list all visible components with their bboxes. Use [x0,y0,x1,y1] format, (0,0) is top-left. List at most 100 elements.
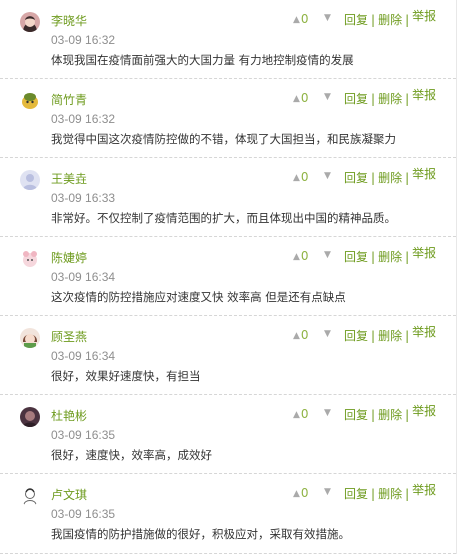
like-button[interactable]: ▲0 [293,406,309,422]
report-button[interactable]: 举报 [412,483,436,497]
separator: | [371,13,376,27]
thumb-down-icon[interactable]: ▼ [324,248,334,262]
report-button[interactable]: 举报 [412,404,436,418]
separator: | [405,408,410,422]
comment-timestamp: 03-09 16:32 [51,33,116,47]
report-button[interactable]: 举报 [412,325,436,339]
like-count: 0 [300,249,309,263]
comment-username[interactable]: 陈婕婷 [51,250,87,266]
user-avatar[interactable] [20,12,40,32]
comment-actions: 回复 | 删除 | 举报 [344,325,436,344]
like-button[interactable]: ▲0 [293,327,309,343]
like-button[interactable]: ▲0 [293,90,309,106]
comment-actions: 回复 | 删除 | 举报 [344,483,436,502]
thumb-down-icon[interactable]: ▼ [324,485,334,499]
reply-button[interactable]: 回复 [344,171,368,185]
reply-button[interactable]: 回复 [344,92,368,106]
delete-button[interactable]: 删除 [378,250,402,264]
thumb-up-icon: ▲ [293,15,300,25]
avatar-dark-photo-icon [20,407,40,427]
comment-item: 顾圣燕 03-09 16:34 很好，效果好速度快，有担当 ▲0 ▼ 回复 | 删除… [0,316,456,395]
delete-button[interactable]: 删除 [378,408,402,422]
comment-timestamp: 03-09 16:35 [51,507,116,521]
user-avatar[interactable] [20,170,40,190]
reply-button[interactable]: 回复 [344,250,368,264]
avatar-default-person-icon [20,170,40,190]
like-button[interactable]: ▲0 [293,169,309,185]
comment-username[interactable]: 李晓华 [51,13,87,29]
comment-text: 我国疫情的防护措施做的很好，积极应对，采取有效措施。 [51,527,350,541]
separator: | [405,13,410,27]
reply-button[interactable]: 回复 [344,13,368,27]
comment-username[interactable]: 王美垚 [51,171,87,187]
user-avatar[interactable] [20,91,40,111]
comment-text: 这次疫情的防控措施应对速度又快 效率高 但是还有点缺点 [51,290,346,304]
thumb-down-icon[interactable]: ▼ [324,406,334,420]
thumb-up-icon: ▲ [293,410,300,420]
delete-button[interactable]: 删除 [378,92,402,106]
avatar-cartoon-girl-icon [20,328,40,348]
like-button[interactable]: ▲0 [293,11,309,27]
like-count: 0 [300,407,309,421]
comment-actions: 回复 | 删除 | 举报 [344,88,436,107]
comment-item: 简竹青 03-09 16:32 我觉得中国这次疫情防控做的不错，体现了大国担当，… [0,79,456,158]
comment-actions: 回复 | 删除 | 举报 [344,9,436,28]
thumb-up-icon: ▲ [293,331,300,341]
comment-actions: 回复 | 删除 | 举报 [344,167,436,186]
comment-item: 王美垚 03-09 16:33 非常好。不仅控制了疫情范围的扩大，而且体现出中国… [0,158,456,237]
comment-timestamp: 03-09 16:34 [51,270,116,284]
like-count: 0 [300,486,309,500]
comment-timestamp: 03-09 16:35 [51,428,116,442]
separator: | [371,171,376,185]
comment-item: 杜艳彬 03-09 16:35 很好，速度快，效率高，成效好 ▲0 ▼ 回复 | 删… [0,395,456,474]
comment-text: 很好，速度快，效率高，成效好 [51,448,212,462]
comment-username[interactable]: 杜艳彬 [51,408,87,424]
comment-text: 非常好。不仅控制了疫情范围的扩大，而且体现出中国的精神品质。 [51,211,396,225]
thumb-down-icon[interactable]: ▼ [324,327,334,341]
comment-timestamp: 03-09 16:34 [51,349,116,363]
separator: | [371,92,376,106]
comment-username[interactable]: 简竹青 [51,92,87,108]
avatar-girl-dark-hair-icon [20,12,40,32]
report-button[interactable]: 举报 [412,88,436,102]
thumb-up-icon: ▲ [293,173,300,183]
reply-button[interactable]: 回复 [344,329,368,343]
thumb-down-icon[interactable]: ▼ [324,90,334,104]
user-avatar[interactable] [20,249,40,269]
separator: | [405,250,410,264]
comment-username[interactable]: 卢文琪 [51,487,87,503]
like-button[interactable]: ▲0 [293,248,309,264]
separator: | [405,92,410,106]
like-count: 0 [300,12,309,26]
report-button[interactable]: 举报 [412,246,436,260]
comment-username[interactable]: 顾圣燕 [51,329,87,345]
reply-button[interactable]: 回复 [344,408,368,422]
separator: | [405,487,410,501]
comment-item: 卢文琪 03-09 16:35 我国疫情的防护措施做的很好，积极应对，采取有效措… [0,474,456,554]
reply-button[interactable]: 回复 [344,487,368,501]
user-avatar[interactable] [20,407,40,427]
like-button[interactable]: ▲0 [293,485,309,501]
user-avatar[interactable] [20,328,40,348]
avatar-yellow-cartoon-icon [20,91,40,111]
delete-button[interactable]: 删除 [378,13,402,27]
comment-timestamp: 03-09 16:33 [51,191,116,205]
thumb-down-icon[interactable]: ▼ [324,11,334,25]
delete-button[interactable]: 删除 [378,329,402,343]
delete-button[interactable]: 删除 [378,487,402,501]
like-count: 0 [300,170,309,184]
user-avatar[interactable] [20,486,40,506]
thumb-up-icon: ▲ [293,252,300,262]
like-count: 0 [300,328,309,342]
comment-item: 陈婕婷 03-09 16:34 这次疫情的防控措施应对速度又快 效率高 但是还有… [0,237,456,316]
thumb-up-icon: ▲ [293,94,300,104]
thumb-down-icon[interactable]: ▼ [324,169,334,183]
report-button[interactable]: 举报 [412,9,436,23]
comment-text: 很好，效果好速度快，有担当 [51,369,201,383]
comment-actions: 回复 | 删除 | 举报 [344,404,436,423]
report-button[interactable]: 举报 [412,167,436,181]
avatar-pink-cartoon-icon [20,249,40,269]
comment-text: 我觉得中国这次疫情防控做的不错，体现了大国担当，和民族凝聚力 [51,132,396,146]
separator: | [371,329,376,343]
delete-button[interactable]: 删除 [378,171,402,185]
